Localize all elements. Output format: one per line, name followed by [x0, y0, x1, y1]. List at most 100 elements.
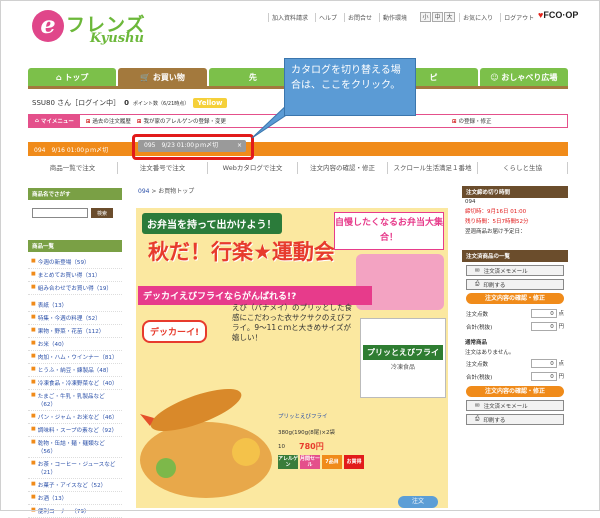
my-menu-item-label: の登録・修正: [458, 119, 492, 125]
category-item[interactable]: まとめてお買い得（31）: [28, 269, 122, 282]
list-header: 商品一覧: [28, 240, 122, 252]
search-input[interactable]: [32, 208, 88, 218]
round-number: 094: [465, 199, 476, 205]
catalog-tabs: 094 9/16 01:00ｐｍ〆切: [28, 142, 568, 156]
nav-tab-label: トップ: [64, 72, 89, 82]
category-item[interactable]: 今週の新登場（59）: [28, 256, 122, 269]
logout-link[interactable]: ログアウト: [500, 12, 537, 22]
category-item[interactable]: 果物・野菜・花苗（112）: [28, 325, 122, 338]
logo-e-mark: e: [32, 10, 64, 42]
left-sidebar: 商品名でさがす 検索 商品一覧 今週の新登場（59） まとめてお買い得（31） …: [28, 188, 122, 518]
row-unit: 点: [558, 311, 564, 317]
category-item[interactable]: パン・ジャム・お米など（46）: [28, 411, 122, 424]
category-item[interactable]: 調味料・スープの素など（92）: [28, 424, 122, 437]
link-help[interactable]: ヘルプ: [315, 12, 340, 22]
row-label: 合計(税抜): [466, 374, 493, 381]
category-item[interactable]: とうふ・納豆・練製品（48）: [28, 364, 122, 377]
coop-logo-text: FCO·OP: [543, 10, 579, 20]
nav-tab-label: 先: [248, 72, 257, 82]
breadcrumb-round-link[interactable]: 094: [138, 188, 149, 195]
my-menu-item-allergen[interactable]: ⊞ 我が家のアレルゲンの登録・変更: [137, 117, 226, 125]
product-description: えび（バナメイ）のプリッとした食感にこだわった衣サクサクのえびフライ。9～11ｃ…: [232, 303, 352, 342]
dekkai-badge: デッカーイ!: [142, 320, 208, 343]
breadcrumb-current: > お買物トップ: [151, 188, 195, 195]
print-icon: ⎙: [475, 281, 480, 287]
category-item[interactable]: 表紙（13）: [28, 299, 122, 312]
link-request-materials[interactable]: 加入資料請求: [268, 12, 311, 22]
package-sub: 冷凍食品: [390, 364, 415, 371]
font-medium-button[interactable]: 中: [432, 12, 444, 22]
print-button[interactable]: ⎙ 印刷する: [466, 279, 564, 290]
category-item[interactable]: お菓子・アイスなど（52）: [28, 479, 122, 492]
category-list: 今週の新登場（59） まとめてお買い得（31） 組み合わせでお買い得（19） 表…: [28, 256, 122, 518]
search-button[interactable]: 検索: [91, 208, 113, 218]
tag-bargain: お買得: [344, 455, 364, 469]
category-item[interactable]: 組み合わせでお買い得（19）: [28, 282, 122, 295]
order-count-row: 注文点数 0 点: [462, 307, 568, 320]
chat-icon: ☺: [490, 72, 502, 82]
print-button-2[interactable]: ⎙ 印刷する: [466, 414, 564, 425]
nav-tab-shopping[interactable]: 🛒 お買い物: [118, 68, 207, 86]
button-label: 注文済メモメール: [483, 268, 528, 275]
order-total-value: 0: [530, 322, 557, 331]
confirm-order-button[interactable]: 注文内容の確認・修正: [466, 293, 564, 304]
house-icon: ⌂: [55, 72, 65, 82]
submenu-scroll[interactable]: スクロール生活満足１番地: [388, 162, 478, 174]
product-name-link[interactable]: プリッとえびフライ: [278, 412, 378, 420]
confirm-order-button-2[interactable]: 注文内容の確認・修正: [466, 386, 564, 397]
submenu-web-catalog[interactable]: Webカタログで注文: [208, 162, 298, 174]
my-menu-item-history[interactable]: ⊞ 過去の注文履歴: [86, 117, 131, 125]
category-item[interactable]: 乾物・缶詰・麺・麺類など（56）: [28, 437, 122, 458]
delivery-date: 翌週商品お届け予定日：: [465, 229, 526, 235]
order-count-value: 0: [530, 309, 557, 318]
points-note: ポイント数（6/21時点）: [133, 100, 190, 107]
order-count-row-2: 注文点数 0 点: [462, 357, 568, 370]
search-header: 商品名でさがす: [28, 188, 122, 200]
callout-tooltip: カタログを切り替える場合は、ここをクリック。: [284, 58, 416, 116]
tag-seven-items: 7品目: [322, 455, 342, 469]
link-contact[interactable]: お問合せ: [344, 12, 375, 22]
efriends-logo[interactable]: e フレンズ Kyushu: [32, 8, 162, 48]
top-links: 加入資料請求 ヘルプ お問合せ 動作環境 小 中 大 お気に入り ログアウト: [268, 12, 537, 22]
category-item[interactable]: たまご・牛乳・乳製品など（62）: [28, 390, 122, 411]
cart-icon: 🛒: [140, 72, 153, 82]
submenu-confirm[interactable]: 注文内容の確認・修正: [298, 162, 388, 174]
row-label: 注文点数: [466, 311, 489, 318]
my-menu-text: マイメニュー: [40, 119, 74, 125]
fcoop-logo[interactable]: ♥FCO·OP: [538, 10, 578, 20]
search-form: 検索: [32, 208, 118, 218]
link-environment[interactable]: 動作環境: [379, 12, 410, 22]
submenu-coop-life[interactable]: くらしと生協: [478, 162, 568, 174]
product-tags: アレルゲン 月間セール 7品目 お買得: [278, 455, 378, 469]
breadcrumb: 094 > お買物トップ: [138, 186, 194, 195]
nav-tab-top[interactable]: ⌂ トップ: [28, 68, 117, 86]
favorites-link[interactable]: お気に入り: [459, 12, 496, 22]
category-item[interactable]: 肉加・ハム・ウインナー（81）: [28, 351, 122, 364]
add-to-order-button[interactable]: 注文: [398, 496, 438, 508]
tag-allergen: アレルゲン: [278, 455, 299, 469]
order-total-row: 合計(税抜) 0 円: [462, 320, 568, 333]
category-item[interactable]: お酒（13）: [28, 492, 122, 505]
tag-monthly-sale: 月間セール: [300, 455, 321, 469]
my-menu-item-register[interactable]: ⊞ の登録・修正: [452, 117, 492, 125]
category-item[interactable]: お茶・コーヒー・ジュースなど（21）: [28, 458, 122, 479]
font-large-button[interactable]: 大: [444, 12, 456, 22]
submenu-number-order[interactable]: 注文番号で注文: [118, 162, 208, 174]
category-item[interactable]: 便利コーナー（79）: [28, 505, 122, 518]
order-count-value-2: 0: [530, 359, 557, 368]
row-label: 合計(税抜): [466, 324, 493, 331]
font-small-button[interactable]: 小: [420, 12, 432, 22]
member-badge: Yellow: [193, 98, 227, 108]
no-orders-note: 注文はありません。: [465, 350, 515, 356]
user-name: SSU80 さん［ログイン中］: [32, 99, 121, 107]
memo-mail-button-2[interactable]: ✉ 注文済メモメール: [466, 400, 564, 411]
catalog-tab-094[interactable]: 094 9/16 01:00ｐｍ〆切: [28, 145, 114, 154]
category-item[interactable]: 特集・今週の料理（52）: [28, 312, 122, 325]
ordered-list-header: 注文済商品の一覧: [462, 250, 568, 262]
memo-mail-button[interactable]: ✉ 注文済メモメール: [466, 265, 564, 276]
category-item[interactable]: 冷凍食品・冷凍野菜など（40）: [28, 377, 122, 390]
submenu-list-order[interactable]: 商品一覧で注文: [28, 162, 118, 174]
category-item[interactable]: お米（40）: [28, 338, 122, 351]
remaining-time: 残り時間：5日7時間52分: [465, 219, 529, 225]
nav-tab-chat[interactable]: ☺ おしゃべり広場: [479, 68, 568, 86]
